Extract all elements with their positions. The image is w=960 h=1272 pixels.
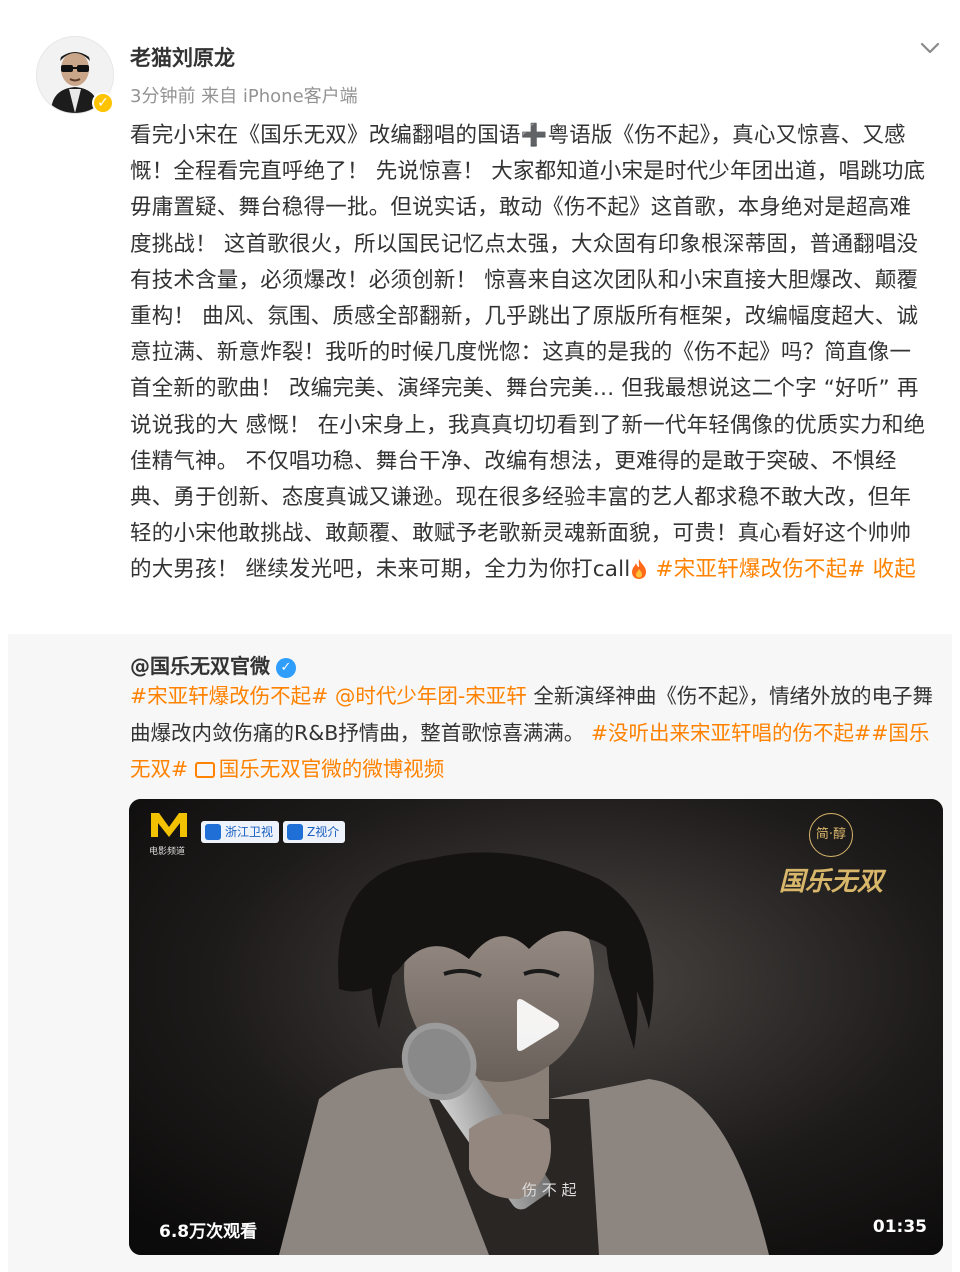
show-logo: 简·醇 国乐无双: [779, 813, 883, 898]
show-logo-title: 国乐无双: [779, 867, 884, 897]
video-player[interactable]: 电影频道 浙江卫视 Z视介 简·醇 国乐无双 伤 不 起 6.8万次观看 01:…: [129, 799, 943, 1255]
video-link[interactable]: 国乐无双官微的微博视频: [194, 757, 445, 781]
hashtag-link[interactable]: #宋亚轩爆改伤不起#: [130, 684, 328, 708]
post-meta: 3分钟前 来自 iPhone客户端: [130, 86, 358, 107]
hashtag-link[interactable]: #宋亚轩爆改伤不起#: [648, 557, 866, 582]
video-duration: 01:35: [872, 1217, 927, 1237]
verified-badge-icon: ✓: [92, 92, 114, 114]
fire-icon: [632, 559, 647, 580]
post-author-name[interactable]: 老猫刘原龙: [130, 42, 235, 72]
play-icon[interactable]: [511, 997, 561, 1053]
more-chevron-icon[interactable]: [916, 34, 944, 62]
channel-logo-caption: 电影频道: [149, 847, 186, 857]
channel-badge: Z视介: [283, 821, 346, 843]
weibo-post-card: ✓ 老猫刘原龙 3分钟前 来自 iPhone客户端 看完小宋在《国乐无双》改编翻…: [0, 0, 960, 1272]
video-link-icon: [194, 762, 215, 778]
video-link-label[interactable]: 国乐无双官微的微博视频: [219, 757, 445, 781]
post-text: 看完小宋在《国乐无双》改编翻唱的国语➕粤语版《伤不起》，真心又惊喜、又感慨！全程…: [130, 118, 930, 589]
repost-author-name[interactable]: @国乐无双官微: [130, 654, 270, 678]
show-logo-top: 简·醇: [809, 813, 853, 857]
post-body: 看完小宋在《国乐无双》改编翻唱的国语➕粤语版《伤不起》，真心又惊喜、又感慨！全程…: [130, 123, 926, 583]
channel-badge: 浙江卫视: [201, 821, 280, 843]
video-subtitle: 伤 不 起: [522, 1181, 577, 1199]
collapse-link[interactable]: 收起: [866, 557, 916, 582]
mention-link[interactable]: @时代少年团-宋亚轩: [335, 684, 527, 708]
repost-box: @国乐无双官微 ✓ #宋亚轩爆改伤不起# @时代少年团-宋亚轩 全新演绎神曲《伤不…: [8, 634, 952, 1272]
verified-badge-icon: ✓: [276, 658, 296, 678]
hashtag-link[interactable]: #没听出来宋亚轩唱的伤不起#: [591, 721, 871, 745]
channel-logo: 电影频道: [149, 809, 189, 857]
repost-text: #宋亚轩爆改伤不起# @时代少年团-宋亚轩 全新演绎神曲《伤不起》，情绪外放的电…: [130, 678, 942, 788]
repost-author[interactable]: @国乐无双官微 ✓: [130, 650, 296, 679]
view-count: 6.8万次观看: [159, 1222, 258, 1242]
